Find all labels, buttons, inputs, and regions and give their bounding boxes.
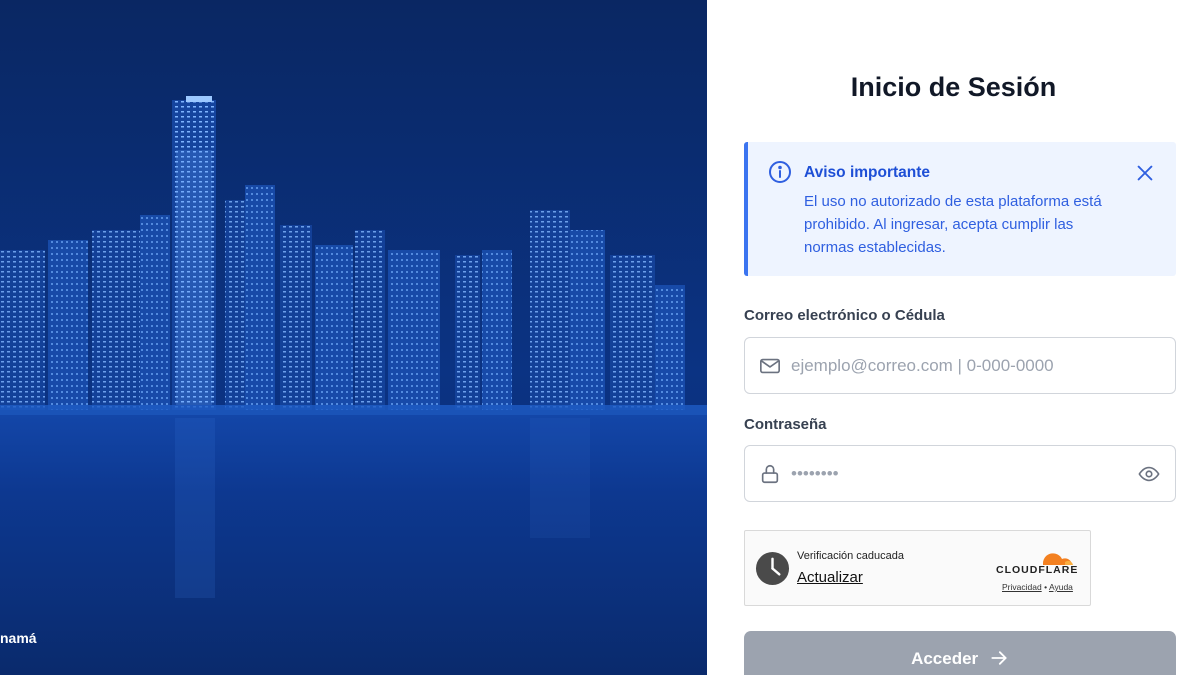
- captcha-status: Verificación caducada: [797, 550, 905, 562]
- notice-alert: Aviso importante El uso no autorizado de…: [744, 142, 1176, 276]
- help-link[interactable]: Ayuda: [1049, 582, 1073, 592]
- lock-icon: [761, 464, 779, 484]
- password-input[interactable]: [791, 446, 1131, 501]
- cloudflare-wordmark: CLOUDFLARE: [996, 564, 1079, 576]
- email-input[interactable]: [791, 338, 1131, 393]
- eye-icon[interactable]: [1137, 463, 1161, 485]
- link-separator: •: [1044, 582, 1048, 592]
- alert-message: El uso no autorizado de esta plataforma …: [804, 193, 1102, 256]
- alert-title: Aviso importante: [804, 164, 931, 181]
- login-panel: Inicio de Sesión Aviso importante El uso…: [707, 0, 1200, 675]
- page-title: Inicio de Sesión: [850, 72, 1057, 102]
- mail-icon: [760, 358, 780, 374]
- privacy-link[interactable]: Privacidad: [1002, 582, 1042, 592]
- email-label: Correo electrónico o Cédula: [744, 307, 945, 324]
- arrow-right-icon: [991, 651, 1007, 665]
- captcha-widget: Verificación caducada Actualizar CLOUDFL…: [744, 530, 1091, 606]
- captcha-footer-links: Privacidad • Ayuda: [1002, 582, 1073, 592]
- login-button[interactable]: Acceder: [744, 631, 1176, 675]
- info-icon: [769, 161, 791, 183]
- password-label: Contraseña: [744, 416, 827, 433]
- email-field-container: [744, 337, 1176, 394]
- password-field-container: [744, 445, 1176, 502]
- close-icon[interactable]: [1134, 162, 1156, 184]
- login-button-label: Acceder: [911, 649, 979, 668]
- hero-panel: namá: [0, 0, 707, 675]
- hero-caption: namá: [0, 630, 37, 646]
- captcha-refresh-link[interactable]: Actualizar: [797, 569, 863, 586]
- clock-icon: [755, 551, 790, 586]
- city-skyline-image: [0, 0, 707, 675]
